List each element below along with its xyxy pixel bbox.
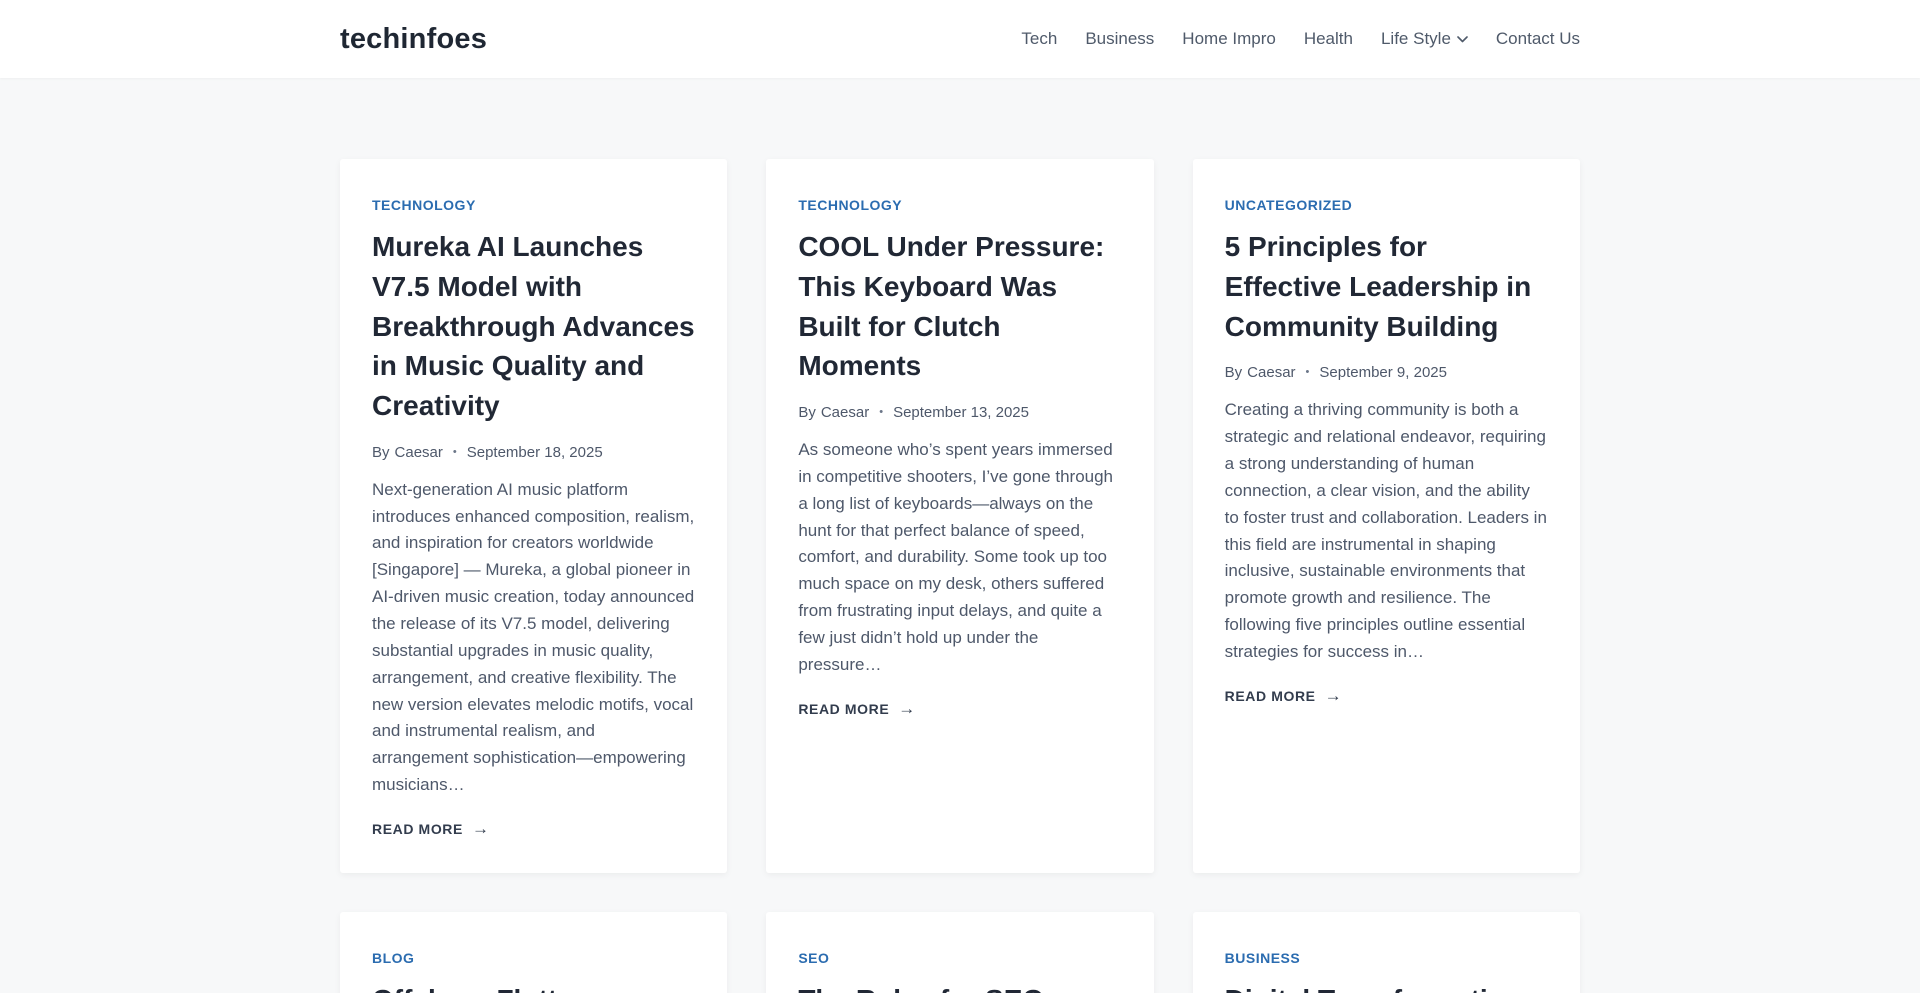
post-title: Mureka AI Launches V7.5 Model with Break… bbox=[372, 227, 695, 426]
post-title-link[interactable]: Digital Transformation bbox=[1225, 984, 1522, 993]
post-title: Digital Transformation bbox=[1225, 980, 1548, 993]
post-title-link[interactable]: 5 Principles for Effective Leadership in… bbox=[1225, 231, 1532, 342]
post-title-link[interactable]: Mureka AI Launches V7.5 Model with Break… bbox=[372, 231, 695, 421]
post-title-link[interactable]: COOL Under Pressure: This Keyboard Was B… bbox=[798, 231, 1104, 381]
main-nav: Tech Business Home Impro Health Life Sty… bbox=[1021, 29, 1580, 49]
author-link[interactable]: Caesar bbox=[395, 442, 443, 463]
read-more-link[interactable]: READ MORE → bbox=[1225, 686, 1343, 706]
post-card: SEO The Rules for SEO bbox=[766, 912, 1153, 993]
post-card: TECHNOLOGY Mureka AI Launches V7.5 Model… bbox=[340, 159, 727, 873]
post-title: The Rules for SEO bbox=[798, 980, 1121, 993]
post-category-link[interactable]: BLOG bbox=[372, 948, 414, 968]
nav-item-life-style[interactable]: Life Style bbox=[1381, 29, 1468, 49]
arrow-right-icon: → bbox=[1325, 686, 1343, 706]
post-date: September 9, 2025 bbox=[1319, 362, 1447, 383]
chevron-down-icon bbox=[1457, 36, 1468, 43]
post-category-link[interactable]: BUSINESS bbox=[1225, 948, 1301, 968]
post-title: 5 Principles for Effective Leadership in… bbox=[1225, 227, 1548, 346]
read-more-label: READ MORE bbox=[1225, 686, 1316, 706]
nav-item-business[interactable]: Business bbox=[1085, 29, 1154, 49]
post-title-link[interactable]: The Rules for SEO bbox=[798, 984, 1044, 993]
byline-prefix: By bbox=[798, 402, 816, 423]
nav-item-health[interactable]: Health bbox=[1304, 29, 1353, 49]
site-header: techinfoes Tech Business Home Impro Heal… bbox=[0, 0, 1920, 78]
posts-grid: TECHNOLOGY Mureka AI Launches V7.5 Model… bbox=[340, 159, 1580, 993]
header-inner: techinfoes Tech Business Home Impro Heal… bbox=[340, 0, 1580, 78]
read-more-link[interactable]: READ MORE → bbox=[372, 819, 490, 839]
blog-main: TECHNOLOGY Mureka AI Launches V7.5 Model… bbox=[340, 78, 1580, 993]
read-more-link[interactable]: READ MORE → bbox=[798, 699, 916, 719]
arrow-right-icon: → bbox=[472, 819, 490, 839]
post-excerpt: As someone who’s spent years immersed in… bbox=[798, 437, 1121, 679]
arrow-right-icon: → bbox=[898, 699, 916, 719]
post-card: UNCATEGORIZED 5 Principles for Effective… bbox=[1193, 159, 1580, 873]
post-meta: By Caesar • September 9, 2025 bbox=[1225, 362, 1548, 383]
nav-item-home-impro[interactable]: Home Impro bbox=[1182, 29, 1276, 49]
author-link[interactable]: Caesar bbox=[821, 402, 869, 423]
post-excerpt: Creating a thriving community is both a … bbox=[1225, 397, 1548, 666]
byline-prefix: By bbox=[372, 442, 390, 463]
post-title: Offshore Flutter bbox=[372, 980, 695, 993]
read-more-label: READ MORE bbox=[798, 699, 889, 719]
post-category-link[interactable]: TECHNOLOGY bbox=[372, 195, 476, 215]
nav-item-tech[interactable]: Tech bbox=[1021, 29, 1057, 49]
post-excerpt: Next-generation AI music platform introd… bbox=[372, 477, 695, 799]
post-title-link[interactable]: Offshore Flutter bbox=[372, 984, 584, 993]
post-card: TECHNOLOGY COOL Under Pressure: This Key… bbox=[766, 159, 1153, 873]
post-card: BUSINESS Digital Transformation bbox=[1193, 912, 1580, 993]
post-meta: By Caesar • September 13, 2025 bbox=[798, 402, 1121, 423]
meta-separator: • bbox=[453, 442, 457, 463]
post-date: September 13, 2025 bbox=[893, 402, 1029, 423]
site-logo[interactable]: techinfoes bbox=[340, 23, 487, 56]
byline-prefix: By bbox=[1225, 362, 1243, 383]
post-meta: By Caesar • September 18, 2025 bbox=[372, 442, 695, 463]
post-category-link[interactable]: UNCATEGORIZED bbox=[1225, 195, 1353, 215]
read-more-label: READ MORE bbox=[372, 819, 463, 839]
post-category-link[interactable]: SEO bbox=[798, 948, 829, 968]
post-title: COOL Under Pressure: This Keyboard Was B… bbox=[798, 227, 1121, 386]
meta-separator: • bbox=[1306, 362, 1310, 383]
nav-item-contact-us[interactable]: Contact Us bbox=[1496, 29, 1580, 49]
nav-item-life-style-label: Life Style bbox=[1381, 29, 1451, 49]
meta-separator: • bbox=[879, 402, 883, 423]
post-category-link[interactable]: TECHNOLOGY bbox=[798, 195, 902, 215]
post-date: September 18, 2025 bbox=[467, 442, 603, 463]
post-card: BLOG Offshore Flutter bbox=[340, 912, 727, 993]
author-link[interactable]: Caesar bbox=[1247, 362, 1295, 383]
